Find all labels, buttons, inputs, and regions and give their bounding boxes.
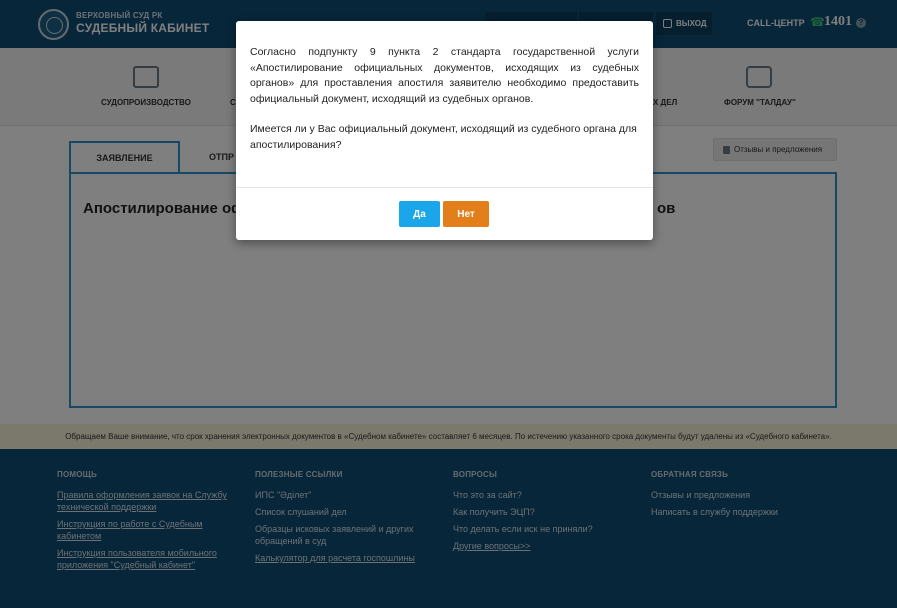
apostille-confirm-dialog: Согласно подпункту 9 пункта 2 стандарта … (236, 21, 653, 240)
dialog-divider (236, 187, 653, 188)
dialog-message: Согласно подпункту 9 пункта 2 стандарта … (250, 46, 639, 105)
no-button[interactable]: Нет (443, 201, 489, 227)
dialog-question: Имеется ли у Вас официальный документ, и… (250, 123, 637, 151)
yes-button[interactable]: Да (399, 201, 440, 227)
